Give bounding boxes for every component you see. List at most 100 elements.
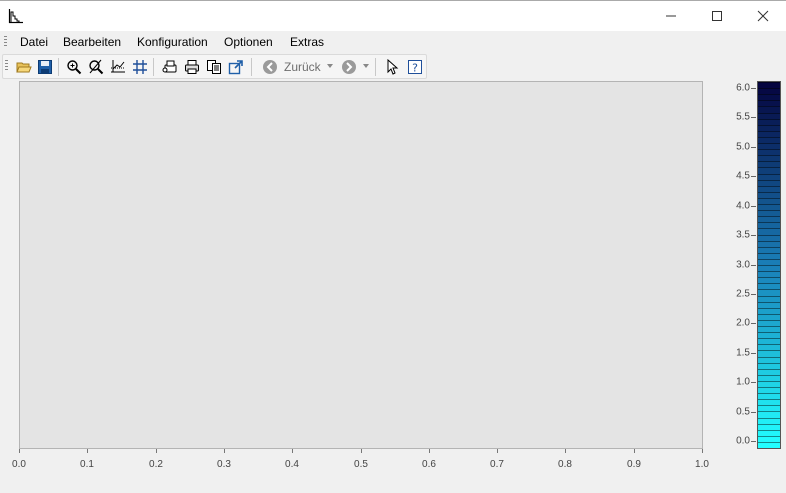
- x-axis-tick-label: 0.7: [490, 459, 504, 470]
- svg-text:?: ?: [412, 62, 418, 75]
- colorbar-tick-label: 0.5: [736, 406, 750, 418]
- menu-konfiguration[interactable]: Konfiguration: [137, 35, 208, 49]
- x-axis-tick: [565, 449, 566, 453]
- x-axis-tick: [702, 449, 703, 453]
- maximize-button[interactable]: [694, 1, 740, 31]
- forward-dropdown-arrow-icon[interactable]: [363, 64, 369, 68]
- open-button[interactable]: [15, 58, 33, 76]
- colorbar-segment-border: [758, 88, 780, 90]
- colorbar-segment-border: [758, 393, 780, 395]
- help-button[interactable]: ?: [406, 58, 424, 76]
- x-axis-tick-label: 0.9: [627, 459, 641, 470]
- x-axis-tick-label: 0.1: [80, 459, 94, 470]
- axis-icon: [111, 60, 125, 73]
- colorbar-segment-border: [758, 344, 780, 346]
- colorbar-segment-border: [758, 252, 780, 254]
- colorbar-segment-border: [758, 411, 780, 413]
- colorbar-tick-label: 4.0: [736, 200, 750, 212]
- menu-grip-handle[interactable]: [4, 36, 7, 48]
- colorbar-tick: [751, 382, 756, 383]
- zoom-in-button[interactable]: [65, 58, 83, 76]
- colorbar-tick-label: 6.0: [736, 82, 750, 94]
- colorbar-segment-border: [758, 295, 780, 297]
- colorbar-segment-border: [758, 265, 780, 266]
- menu-bearbeiten[interactable]: Bearbeiten: [63, 35, 121, 49]
- colorbar-tick-label: 5.0: [736, 141, 750, 153]
- plot-canvas[interactable]: [19, 81, 703, 449]
- menu-optionen[interactable]: Optionen: [224, 35, 273, 49]
- x-axis-tick-label: 0.6: [422, 459, 436, 470]
- export-button[interactable]: [227, 58, 245, 76]
- zoom-magnifier-icon: [67, 60, 82, 75]
- colorbar-tick: [751, 235, 756, 236]
- close-button[interactable]: [740, 1, 786, 31]
- colorbar-segment-border: [758, 429, 780, 431]
- colorbar-segment-border: [758, 161, 780, 163]
- colorbar-segment-border: [758, 435, 780, 437]
- colorbar-tick: [751, 176, 756, 177]
- colorbar-segment-border: [758, 258, 780, 260]
- colorbar-segment-border: [758, 167, 780, 169]
- toolbar-separator: [251, 58, 252, 76]
- toolbar-separator: [153, 58, 154, 76]
- forward-button[interactable]: [340, 58, 358, 76]
- colorbar-tick-label: 3.5: [736, 229, 750, 241]
- external-link-icon: [228, 60, 243, 75]
- menu-bar: Datei Bearbeiten Konfiguration Optionen …: [0, 31, 786, 53]
- x-axis-tick: [497, 449, 498, 453]
- colorbar-segment-border: [758, 338, 780, 340]
- colorbar-segment-border: [758, 179, 780, 181]
- colorbar-tick: [751, 412, 756, 413]
- colorbar-segment-border: [758, 136, 780, 138]
- back-label[interactable]: Zurück: [284, 60, 321, 74]
- menu-extras[interactable]: Extras: [290, 35, 324, 49]
- colorbar-tick-label: 1.5: [736, 347, 750, 359]
- zoom-reset-button[interactable]: [87, 58, 105, 76]
- colorbar-segment-border: [758, 350, 780, 352]
- colorbar-segment-border: [758, 143, 780, 144]
- save-disk-icon: [38, 60, 52, 74]
- copy-button[interactable]: [205, 58, 223, 76]
- colorbar-segment-border: [758, 307, 780, 309]
- zoom-reset-icon: [89, 59, 104, 75]
- menu-datei[interactable]: Datei: [20, 35, 48, 49]
- colorbar-segment-border: [758, 228, 780, 230]
- title-bar: [0, 0, 786, 31]
- print-button[interactable]: [183, 58, 201, 76]
- colorbar-segment-border: [758, 185, 780, 187]
- x-axis-tick-label: 0.2: [149, 459, 163, 470]
- colorbar-segment-border: [758, 301, 780, 303]
- colorbar-segment-border: [758, 210, 780, 212]
- colorbar-segment-border: [758, 417, 780, 419]
- axis-settings-button[interactable]: [109, 58, 127, 76]
- colorbar-tick: [751, 88, 756, 89]
- colorbar-tick: [751, 323, 756, 324]
- page-setup-button[interactable]: [161, 58, 179, 76]
- colorbar-segment-border: [758, 271, 780, 273]
- x-axis-tick: [429, 449, 430, 453]
- colorbar-segment-border: [758, 240, 780, 242]
- page-setup-icon: [162, 60, 177, 73]
- copy-icon: [207, 60, 221, 74]
- colorbar-segment-border: [758, 100, 780, 102]
- grid-button[interactable]: [131, 58, 149, 76]
- x-axis-tick: [634, 449, 635, 453]
- colorbar-segment-border: [758, 173, 780, 175]
- x-axis-tick-label: 0.5: [354, 459, 368, 470]
- colorbar-segment-border: [758, 368, 780, 370]
- colorbar-tick-label: 3.0: [736, 259, 750, 271]
- back-dropdown-arrow-icon[interactable]: [327, 64, 333, 68]
- colorbar-segment-border: [758, 222, 780, 224]
- colorbar-segment-border: [758, 326, 780, 327]
- printer-icon: [185, 60, 199, 74]
- back-button[interactable]: [261, 58, 279, 76]
- colorbar-segment-border: [758, 118, 780, 120]
- colorbar-segment-border: [758, 197, 780, 199]
- toolbar-grip-handle[interactable]: [5, 60, 8, 72]
- pointer-tool-button[interactable]: [383, 58, 401, 76]
- main-toolbar: Zurück ?: [2, 54, 427, 79]
- save-button[interactable]: [36, 58, 54, 76]
- minimize-button[interactable]: [648, 1, 694, 31]
- maximize-icon: [712, 11, 722, 21]
- colorbar-tick: [751, 147, 756, 148]
